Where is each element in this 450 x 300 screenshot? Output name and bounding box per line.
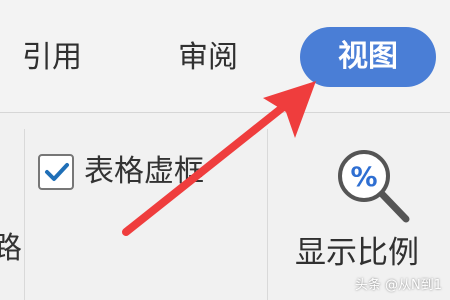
watermark: 头条 @从N到1 bbox=[354, 278, 442, 293]
checkmark-icon bbox=[45, 163, 69, 181]
zoom-button[interactable]: % bbox=[330, 145, 416, 229]
table-gridlines-toggle[interactable]: 表格虚框 bbox=[38, 151, 204, 193]
tab-view[interactable]: 视图 bbox=[300, 27, 436, 87]
tab-reference[interactable]: 引用 bbox=[22, 38, 82, 78]
table-gridlines-label: 表格虚框 bbox=[84, 154, 204, 189]
table-gridlines-checkbox[interactable] bbox=[38, 154, 74, 190]
ribbon-tab-strip: 引用 审阅 视图 bbox=[0, 0, 450, 113]
ribbon-divider bbox=[24, 129, 25, 300]
partial-ribbon-label: 路 bbox=[0, 231, 22, 266]
tab-review[interactable]: 审阅 bbox=[178, 38, 238, 78]
magnifier-percent-icon: % bbox=[338, 150, 410, 223]
zoom-label[interactable]: 显示比例 bbox=[295, 233, 419, 273]
ribbon-divider bbox=[267, 129, 268, 300]
percent-glyph: % bbox=[350, 162, 377, 193]
ribbon-panel: 路 表格虚框 % 显示比例 bbox=[0, 113, 450, 300]
